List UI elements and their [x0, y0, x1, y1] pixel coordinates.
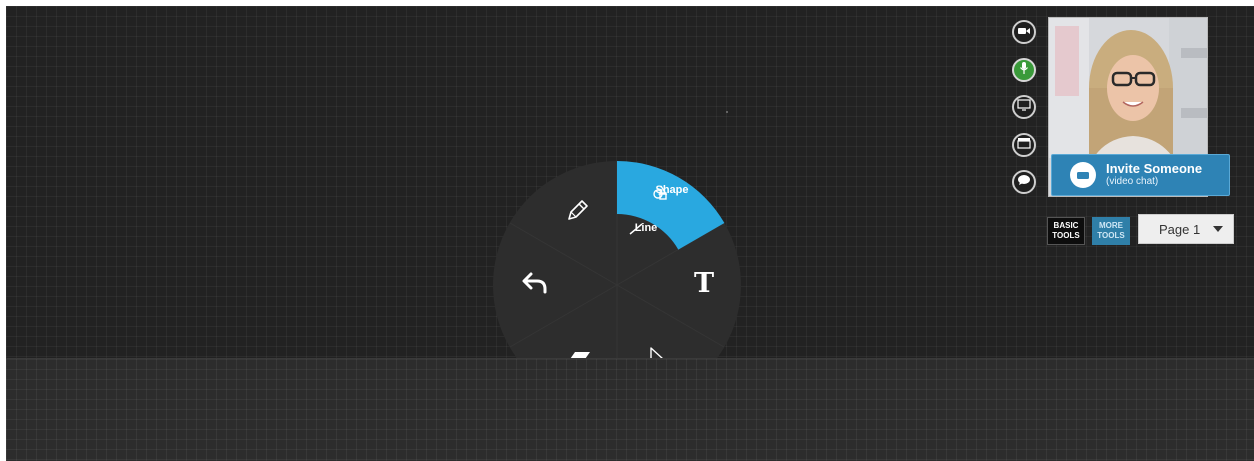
- screen-share-button[interactable]: [1012, 95, 1036, 119]
- basic-tools-button[interactable]: BASIC TOOLS: [1047, 217, 1085, 245]
- clapperboard-icon: [1017, 136, 1031, 154]
- microphone-button[interactable]: [1012, 58, 1036, 82]
- video-camera-button[interactable]: [1012, 20, 1036, 44]
- chevron-down-icon: [1213, 226, 1223, 232]
- invite-text: Invite Someone (video chat): [1106, 162, 1202, 188]
- video-chat-icon: [1070, 162, 1096, 188]
- chat-bubble-icon: [1017, 173, 1031, 191]
- shape-tool[interactable]: Shape: [652, 184, 692, 200]
- more-tools-button[interactable]: MORE TOOLS: [1092, 217, 1130, 245]
- clapperboard-button[interactable]: [1012, 133, 1036, 157]
- invite-subtitle: (video chat): [1106, 176, 1159, 187]
- whiteboard-app: Shape Line T Invite Someone (video chat)…: [6, 6, 1254, 461]
- canvas-dot: [726, 111, 728, 113]
- undo-tool[interactable]: [520, 270, 550, 296]
- invite-someone-button[interactable]: Invite Someone (video chat): [1051, 154, 1230, 196]
- text-tool-icon: T: [693, 268, 715, 299]
- page-select-label: Page 1: [1159, 221, 1201, 237]
- page-select-dropdown[interactable]: Page 1: [1138, 214, 1234, 244]
- pen-tool[interactable]: [564, 198, 590, 224]
- microphone-icon: [1018, 61, 1030, 80]
- invite-title: Invite Someone: [1106, 161, 1203, 176]
- text-tool[interactable]: T: [690, 270, 718, 298]
- screen-share-icon: [1017, 98, 1031, 116]
- video-camera-icon: [1017, 23, 1031, 41]
- lower-grid-panel: [6, 358, 1254, 461]
- chat-button[interactable]: [1012, 170, 1036, 194]
- line-tool[interactable]: Line: [628, 222, 664, 235]
